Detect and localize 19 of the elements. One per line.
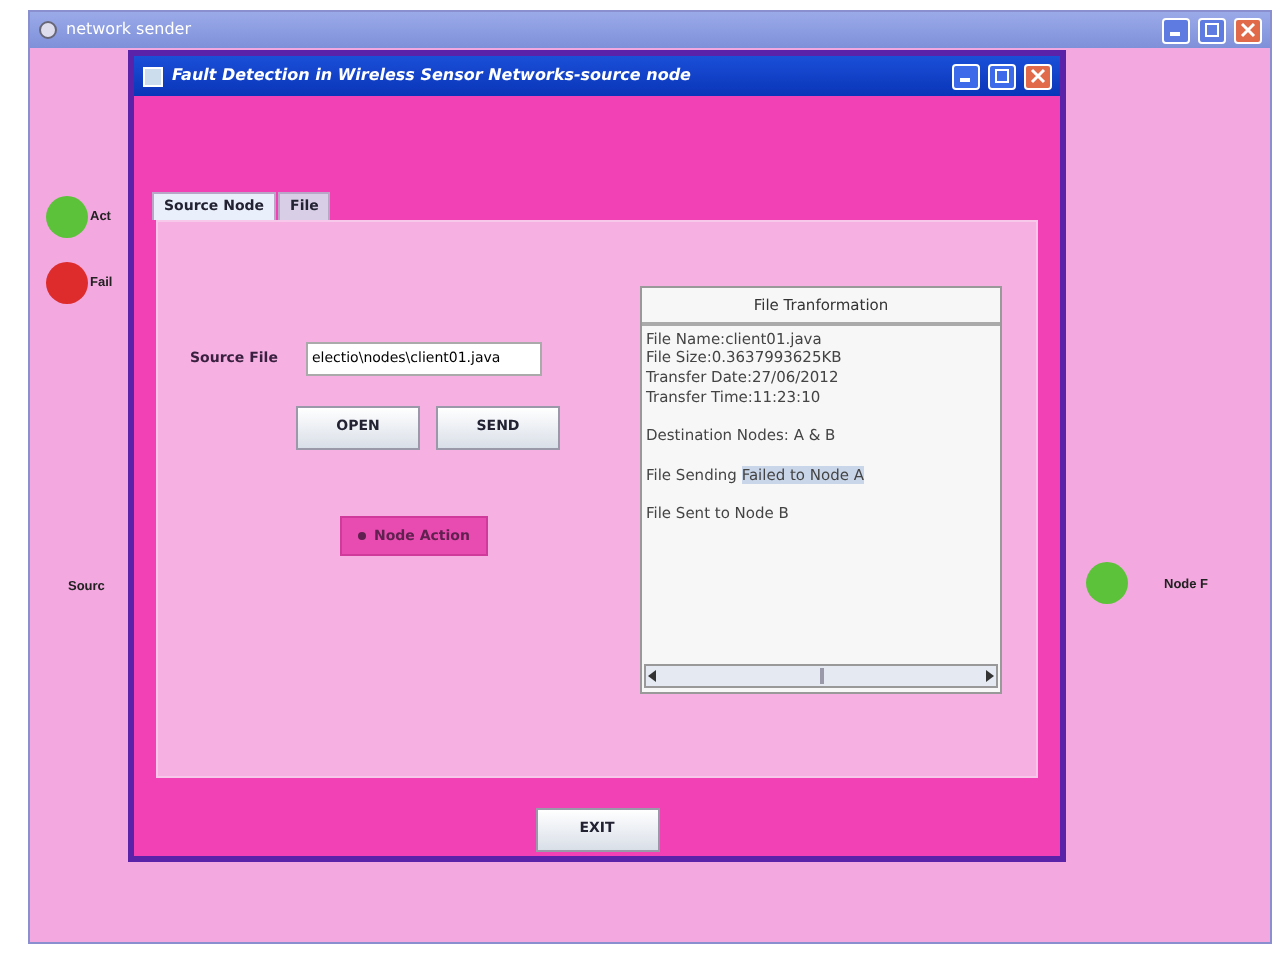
minimize-button[interactable] (1162, 17, 1190, 43)
maximize-button[interactable] (988, 63, 1016, 89)
bullet-icon (358, 531, 366, 540)
app-icon (38, 20, 58, 40)
maximize-icon (994, 68, 1010, 84)
maximize-button[interactable] (1198, 17, 1226, 43)
window-title: network sender (66, 18, 191, 42)
close-button[interactable] (1234, 17, 1262, 43)
close-icon (1240, 22, 1256, 38)
scroll-thumb-icon[interactable] (817, 667, 825, 683)
app-icon (142, 65, 164, 87)
maximize-icon (1204, 22, 1220, 38)
horizontal-scrollbar[interactable] (644, 663, 998, 687)
minimize-button[interactable] (952, 63, 980, 89)
right-arrow-icon[interactable] (984, 667, 996, 683)
window-title: Fault Detection in Wireless Sensor Networks-source node (172, 64, 691, 88)
close-button[interactable] (1024, 63, 1052, 89)
left-arrow-icon[interactable] (646, 667, 658, 683)
close-icon (1030, 68, 1046, 84)
